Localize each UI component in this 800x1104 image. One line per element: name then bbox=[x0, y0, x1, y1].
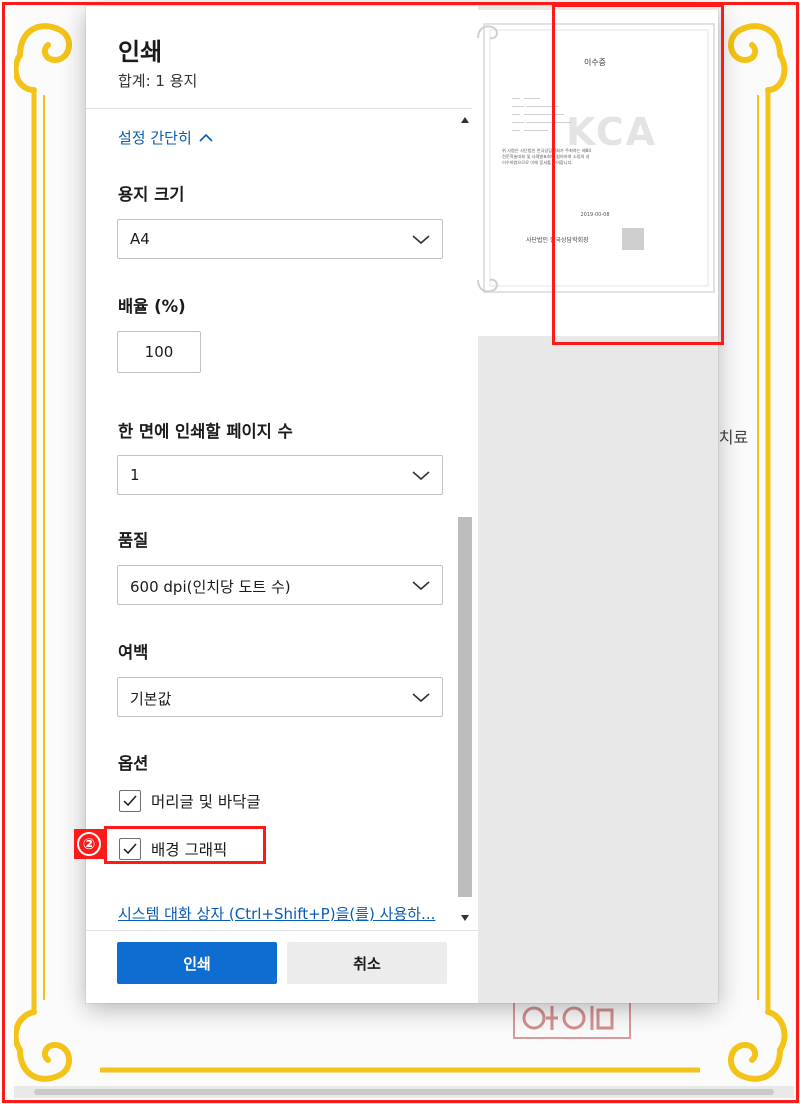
scroll-thumb[interactable] bbox=[458, 517, 472, 897]
pages-per-sheet-select[interactable]: 1 bbox=[117, 455, 443, 495]
preview-page-thumbnail[interactable]: KCA 이수증 ―― ―――― ――― ―――――――― ―― ――――――――… bbox=[472, 10, 718, 336]
headers-footers-label: 머리글 및 바닥글 bbox=[151, 793, 261, 811]
margins-value: 기본값 bbox=[130, 690, 172, 708]
background-graphics-label: 배경 그래픽 bbox=[151, 841, 228, 859]
preview-seal bbox=[622, 228, 644, 250]
background-horizontal-scrollbar[interactable] bbox=[14, 1086, 794, 1098]
chevron-up-icon bbox=[199, 133, 213, 142]
print-button[interactable]: 인쇄 bbox=[117, 942, 277, 984]
chevron-down-icon bbox=[412, 581, 430, 591]
dialog-footer: 인쇄 취소 bbox=[86, 930, 478, 1004]
step-number: ② bbox=[77, 832, 101, 856]
preview-field: ―― ―――― bbox=[512, 96, 540, 101]
scale-input[interactable]: 100 bbox=[117, 331, 201, 373]
paper-size-select[interactable]: A4 bbox=[117, 219, 443, 259]
chevron-down-icon bbox=[412, 693, 430, 703]
collapse-settings-label: 설정 간단히 bbox=[118, 129, 192, 147]
margins-select[interactable]: 기본값 bbox=[117, 677, 443, 717]
chevron-down-icon bbox=[412, 235, 430, 245]
checkmark-icon bbox=[123, 795, 137, 807]
sheet-count: 합계: 1 용지 bbox=[118, 72, 198, 90]
cancel-button[interactable]: 취소 bbox=[287, 942, 447, 984]
preview-body-line: 이수하였으므로 이에 증서를 수여합니다. bbox=[502, 160, 573, 165]
background-graphics-option[interactable]: 배경 그래픽 bbox=[119, 838, 227, 860]
preview-body-text: 위 사람은 사단법인 한국상담학회가 주최하는 제84 전문학술대회 및 사례발… bbox=[502, 148, 682, 166]
preview-field: ―― ―――――― bbox=[512, 128, 548, 133]
paper-size-label: 용지 크기 bbox=[118, 185, 185, 204]
collapse-settings-link[interactable]: 설정 간단히 bbox=[118, 127, 214, 148]
quality-label: 품질 bbox=[118, 531, 149, 550]
page-edge bbox=[0, 0, 14, 1104]
preview-field: ――― ――――――――――― bbox=[512, 120, 571, 125]
quality-value: 600 dpi(인치당 도트 수) bbox=[130, 578, 291, 596]
chevron-down-icon bbox=[412, 471, 430, 481]
headers-footers-checkbox[interactable] bbox=[119, 790, 141, 812]
preview-doc-title: 이수증 bbox=[583, 58, 607, 67]
scroll-down-arrow-icon[interactable] bbox=[461, 915, 469, 921]
dialog-header: 인쇄 합계: 1 용지 bbox=[86, 6, 478, 109]
background-graphics-checkbox[interactable] bbox=[119, 838, 141, 860]
pages-per-sheet-label: 한 면에 인쇄할 페이지 수 bbox=[118, 422, 293, 441]
preview-field: ―― ―――――――――― bbox=[512, 112, 564, 117]
step-marker: ② bbox=[74, 829, 104, 859]
checkmark-icon bbox=[123, 843, 137, 855]
margins-label: 여백 bbox=[118, 643, 149, 662]
options-label: 옵션 bbox=[118, 754, 149, 773]
system-dialog-link[interactable]: 시스템 대화 상자 (Ctrl+Shift+P)을(를) 사용하... bbox=[118, 903, 435, 924]
preview-date: 2019-00-08 bbox=[580, 212, 610, 218]
paper-size-value: A4 bbox=[130, 230, 150, 248]
preview-organization: 사단법인 한국상담학회장 bbox=[526, 237, 589, 244]
settings-panel: 설정 간단히 용지 크기 A4 배율 (%) 100 한 면에 인쇄할 페이지 … bbox=[86, 109, 478, 929]
preview-field: ――― ―――――――― bbox=[512, 104, 559, 109]
scale-label: 배율 (%) bbox=[118, 297, 186, 316]
scroll-up-arrow-icon[interactable] bbox=[461, 117, 469, 123]
headers-footers-option[interactable]: 머리글 및 바닥글 bbox=[119, 790, 261, 812]
dialog-title: 인쇄 bbox=[118, 38, 163, 66]
pages-per-sheet-value: 1 bbox=[130, 466, 140, 484]
quality-select[interactable]: 600 dpi(인치당 도트 수) bbox=[117, 565, 443, 605]
